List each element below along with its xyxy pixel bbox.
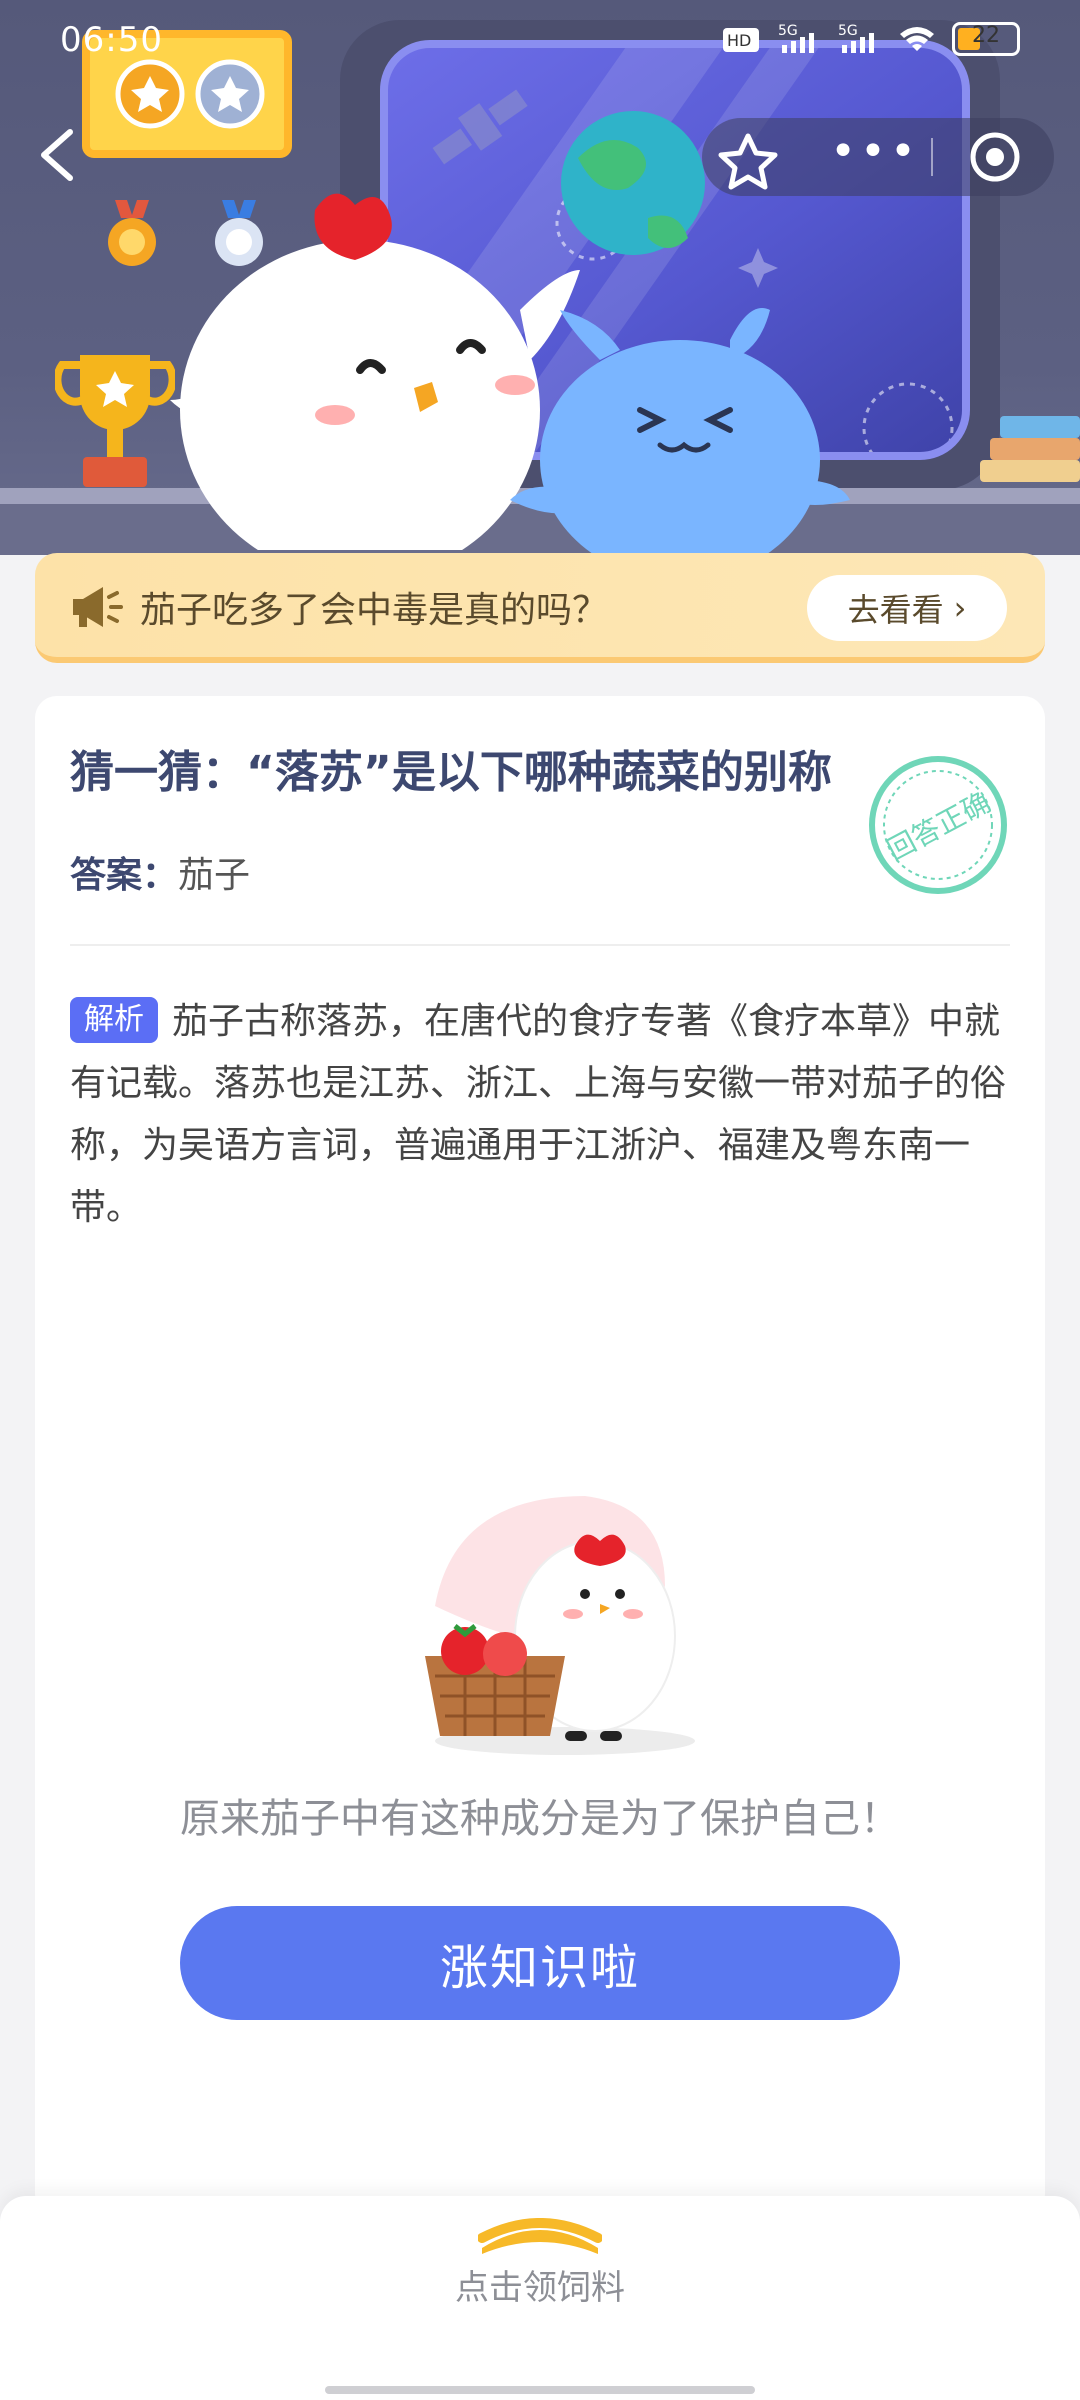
pull-up-arrow-icon xyxy=(478,2218,602,2254)
answer-line: 答案：茄子 xyxy=(70,846,250,898)
wifi-icon xyxy=(900,27,934,51)
chicken-basket-illustration xyxy=(425,1496,695,1755)
bronze-medal-icon xyxy=(108,200,156,266)
home-indicator[interactable] xyxy=(325,2386,755,2394)
question-banner[interactable]: 茄子吃多了会中毒是真的吗？ 去看看 › xyxy=(35,553,1045,663)
trophy-icon xyxy=(55,355,175,487)
stamp-text: 回答正确 xyxy=(882,785,996,867)
svg-text:5G: 5G xyxy=(838,23,858,39)
svg-text:5G: 5G xyxy=(778,23,798,39)
card-divider xyxy=(70,944,1010,946)
hd-icon: HD xyxy=(723,28,759,52)
analysis-tag: 解析 xyxy=(70,997,158,1043)
correct-stamp-icon: 回答正确 xyxy=(869,756,1007,894)
status-time: 06:50 xyxy=(60,20,163,60)
alien-mascot xyxy=(510,308,850,560)
quiz-card: 猜一猜：“落苏”是以下哪种蔬菜的别称 答案：茄子 回答正确 解析 茄子古称落苏，在… xyxy=(35,696,1045,2216)
analysis-text: 茄子古称落苏，在唐代的食疗专著《食疗本草》中就有记载。落苏也是江苏、浙江、上海与… xyxy=(70,1001,1007,1228)
feed-label: 点击领饲料 xyxy=(455,2268,625,2308)
earth-globe xyxy=(561,111,705,255)
megaphone-icon xyxy=(73,587,123,627)
books-icon xyxy=(980,416,1080,482)
signal-5g-icon: 5G xyxy=(838,23,874,53)
quiz-title: 猜一猜：“落苏”是以下哪种蔬菜的别称 xyxy=(70,747,832,798)
back-button[interactable] xyxy=(30,120,90,190)
svg-text:HD: HD xyxy=(727,31,751,50)
favorite-star-button[interactable] xyxy=(706,124,790,190)
header-banner xyxy=(0,0,1080,610)
answer-value: 茄子 xyxy=(178,855,251,896)
go-see-label: 去看看 xyxy=(847,591,944,629)
battery-level: 22 xyxy=(972,23,1000,48)
status-bar: 06:50 HD 5G 5G 22 xyxy=(0,0,1080,80)
feed-panel[interactable]: 点击领饲料 xyxy=(0,2196,1080,2400)
learned-button[interactable]: 涨知识啦 xyxy=(180,1906,900,2020)
chevron-right-icon: › xyxy=(953,589,967,627)
status-icons: HD 5G 5G 22 xyxy=(722,22,1020,56)
go-see-button[interactable]: 去看看 › xyxy=(807,575,1007,641)
close-target-button[interactable] xyxy=(955,124,1035,190)
answer-label: 答案： xyxy=(70,855,179,896)
fun-fact-text: 原来茄子中有这种成分是为了保护自己！ xyxy=(180,1796,900,1842)
battery-icon: 22 xyxy=(952,22,1020,56)
signal-5g-icon: 5G xyxy=(778,23,814,53)
app-screen: 06:50 HD 5G 5G 22 ••• 茄子吃多了会中毒是真的吗？ 去看看 … xyxy=(0,0,1080,2400)
analysis-paragraph: 解析 茄子古称落苏，在唐代的食疗专著《食疗本草》中就有记载。落苏也是江苏、浙江、上… xyxy=(70,991,1020,1239)
question-text: 茄子吃多了会中毒是真的吗？ xyxy=(140,590,609,631)
more-button[interactable]: ••• xyxy=(820,124,930,190)
capsule-divider xyxy=(931,138,933,176)
